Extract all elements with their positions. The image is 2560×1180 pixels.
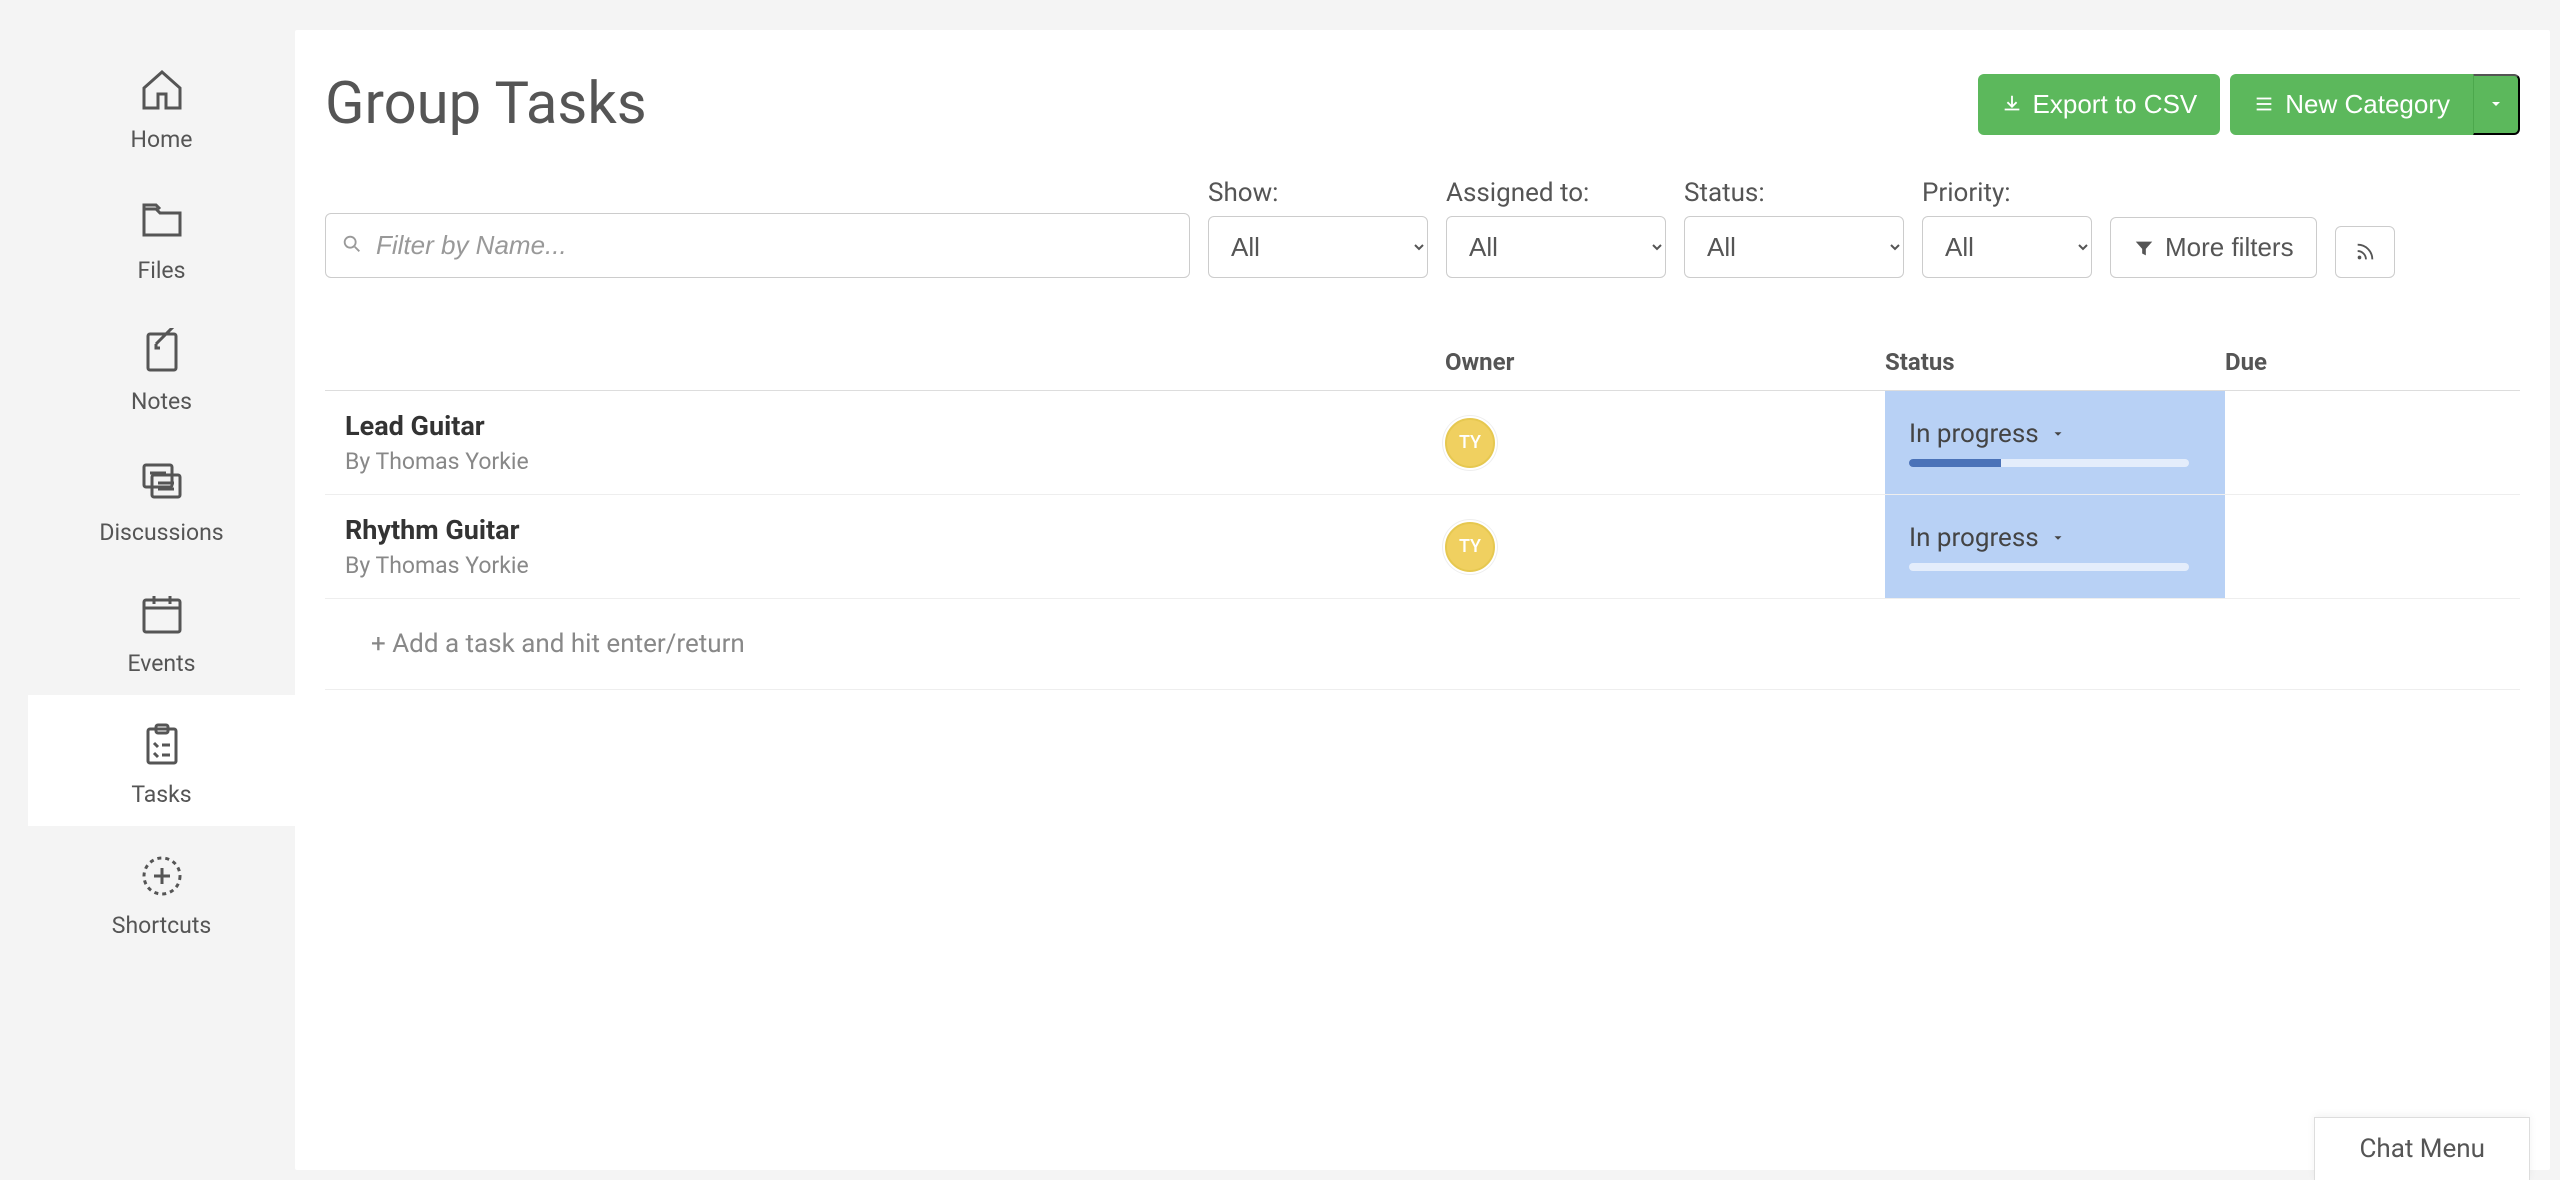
caret-down-icon	[2051, 531, 2065, 545]
show-filter-label: Show:	[1208, 178, 1428, 208]
sidebar-item-events[interactable]: Events	[28, 564, 295, 695]
progress-bar	[1909, 459, 2189, 467]
progress-fill	[1909, 459, 2001, 467]
sidebar-item-label: Events	[127, 650, 195, 677]
assigned-filter-label: Assigned to:	[1446, 178, 1666, 208]
caret-down-icon	[2488, 96, 2504, 112]
caret-down-icon	[2051, 427, 2065, 441]
progress-bar	[1909, 563, 2189, 571]
sidebar-item-tasks[interactable]: Tasks	[28, 695, 295, 826]
status-filter-group: Status: All	[1684, 178, 1904, 278]
avatar[interactable]: TY	[1445, 522, 1495, 572]
sidebar-item-files[interactable]: Files	[28, 171, 295, 302]
task-title: Rhythm Guitar	[345, 514, 1445, 546]
priority-filter-group: Priority: All	[1922, 178, 2092, 278]
table-row[interactable]: Lead Guitar By Thomas Yorkie TY In progr…	[325, 391, 2520, 495]
note-icon	[134, 324, 190, 380]
task-byline: By Thomas Yorkie	[345, 448, 1445, 475]
sidebar-item-shortcuts[interactable]: Shortcuts	[28, 826, 295, 957]
new-category-label: New Category	[2285, 89, 2450, 120]
sidebar-item-label: Tasks	[131, 781, 191, 808]
list-icon	[2253, 93, 2275, 115]
folder-icon	[134, 193, 190, 249]
export-csv-button[interactable]: Export to CSV	[1978, 74, 2221, 135]
home-icon	[134, 62, 190, 118]
sidebar-item-label: Shortcuts	[112, 912, 211, 939]
owner-cell: TY	[1445, 391, 1885, 494]
filter-input-wrap	[325, 213, 1190, 278]
page-header: Group Tasks Export to CSV New Category	[325, 70, 2520, 138]
new-category-button[interactable]: New Category	[2230, 74, 2473, 135]
task-title: Lead Guitar	[345, 410, 1445, 442]
new-category-dropdown[interactable]	[2473, 74, 2520, 135]
sidebar-item-discussions[interactable]: Discussions	[28, 433, 295, 564]
sidebar-item-label: Discussions	[99, 519, 223, 546]
sidebar-item-label: Files	[138, 257, 186, 284]
sidebar: Home Files Notes Discussions Events	[0, 30, 295, 1180]
col-header-owner: Owner	[1445, 348, 1885, 376]
assigned-select[interactable]: All	[1446, 216, 1666, 278]
status-cell: In progress	[1885, 495, 2225, 598]
sidebar-item-notes[interactable]: Notes	[28, 302, 295, 433]
sidebar-item-home[interactable]: Home	[28, 40, 295, 171]
col-header-due: Due	[2225, 348, 2520, 376]
assigned-filter-group: Assigned to: All	[1446, 178, 1666, 278]
header-buttons: Export to CSV New Category	[1978, 74, 2520, 135]
status-filter-label: Status:	[1684, 178, 1904, 208]
show-select[interactable]: All	[1208, 216, 1428, 278]
chat-menu-button[interactable]: Chat Menu	[2314, 1117, 2530, 1180]
clipboard-icon	[134, 717, 190, 773]
plus-circle-icon	[134, 848, 190, 904]
new-category-split: New Category	[2230, 74, 2520, 135]
sidebar-item-label: Notes	[131, 388, 192, 415]
add-task-input[interactable]: + Add a task and hit enter/return	[325, 599, 2520, 690]
table-row[interactable]: Rhythm Guitar By Thomas Yorkie TY In pro…	[325, 495, 2520, 599]
status-select[interactable]: All	[1684, 216, 1904, 278]
task-byline: By Thomas Yorkie	[345, 552, 1445, 579]
due-cell	[2225, 391, 2520, 494]
sidebar-item-label: Home	[131, 126, 193, 153]
status-label: In progress	[1909, 523, 2039, 553]
rss-icon	[2354, 241, 2376, 263]
search-icon	[341, 233, 363, 259]
download-icon	[2001, 93, 2023, 115]
avatar[interactable]: TY	[1445, 418, 1495, 468]
due-cell	[2225, 495, 2520, 598]
rss-button[interactable]	[2335, 226, 2395, 278]
task-title-cell: Rhythm Guitar By Thomas Yorkie	[325, 495, 1445, 598]
more-filters-label: More filters	[2165, 232, 2294, 263]
col-header-status: Status	[1885, 348, 2225, 376]
page-title: Group Tasks	[325, 70, 647, 138]
table-header: Owner Status Due	[325, 348, 2520, 391]
show-filter-group: Show: All	[1208, 178, 1428, 278]
owner-cell: TY	[1445, 495, 1885, 598]
priority-filter-label: Priority:	[1922, 178, 2092, 208]
funnel-icon	[2133, 237, 2155, 259]
export-csv-label: Export to CSV	[2033, 89, 2198, 120]
filters-row: Show: All Assigned to: All Status: All P…	[325, 178, 2520, 278]
status-dropdown[interactable]: In progress	[1909, 523, 2201, 553]
filter-name-input[interactable]	[325, 213, 1190, 278]
priority-select[interactable]: All	[1922, 216, 2092, 278]
calendar-icon	[134, 586, 190, 642]
col-header-title	[325, 348, 1445, 376]
status-cell: In progress	[1885, 391, 2225, 494]
task-title-cell: Lead Guitar By Thomas Yorkie	[325, 391, 1445, 494]
more-filters-button[interactable]: More filters	[2110, 217, 2317, 278]
task-table: Owner Status Due Lead Guitar By Thomas Y…	[325, 348, 2520, 690]
main-content: Group Tasks Export to CSV New Category	[295, 30, 2550, 1170]
chat-icon	[134, 455, 190, 511]
status-label: In progress	[1909, 419, 2039, 449]
status-dropdown[interactable]: In progress	[1909, 419, 2201, 449]
